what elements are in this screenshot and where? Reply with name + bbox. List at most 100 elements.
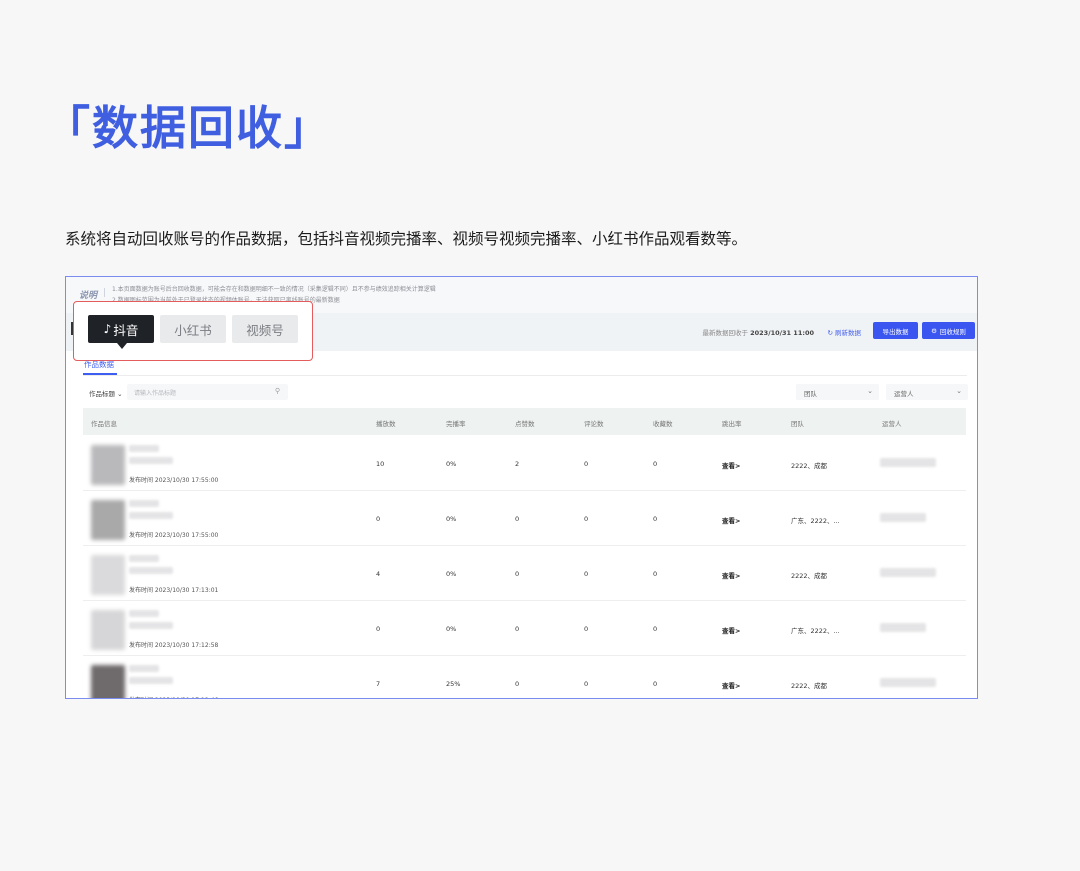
cell-completion: 0%	[446, 570, 457, 578]
cell-comments: 0	[584, 570, 589, 578]
tab-douyin[interactable]: ♪ 抖音	[88, 315, 154, 349]
publish-time: 发布时间 2023/10/30 17:13:01	[129, 587, 219, 594]
cell-plays: 10	[376, 460, 385, 468]
cell-comments: 0	[584, 680, 589, 688]
table-row: 发布时间 2023/10/30 17:55:00 10 0% 2 0 0 查看> 2222、成…	[83, 436, 966, 491]
tab-shipinhao[interactable]: 视频号	[232, 315, 298, 343]
video-thumbnail[interactable]	[91, 555, 125, 595]
search-icon: ⚲	[274, 387, 280, 395]
cell-plays: 7	[376, 680, 381, 688]
page-subtitle: 系统将自动回收账号的作品数据，包括抖音视频完播率、视频号视频完播率、小红书作品观…	[65, 230, 748, 248]
refresh-icon: ↻	[827, 329, 833, 337]
cell-plays: 4	[376, 570, 381, 578]
col-completion: 完播率	[446, 420, 466, 428]
page-title: 「数据回收」	[44, 101, 332, 155]
tab-xiaohongshu[interactable]: 小红书	[160, 315, 226, 343]
field-select[interactable]: 作品标题 ⌄	[89, 388, 123, 398]
redacted-title	[129, 610, 159, 617]
cell-team: 2222、成都	[791, 572, 828, 580]
cell-plays: 0	[376, 515, 381, 523]
chevron-down-icon: ⌄	[867, 387, 873, 395]
cell-completion: 25%	[446, 680, 461, 688]
export-data-button[interactable]: 导出数据	[873, 322, 918, 339]
table-row: 发布时间 2023/10/30 17:13:01 4 0% 0 0 0 查看> 2222、成都	[83, 546, 966, 601]
video-thumbnail[interactable]	[91, 445, 125, 485]
cell-plays: 0	[376, 625, 381, 633]
platform-tabs-callout: ♪ 抖音 小红书 视频号	[73, 301, 313, 361]
cell-likes: 0	[515, 570, 520, 578]
col-bounce: 跳出率	[722, 420, 742, 428]
col-team: 团队	[791, 420, 804, 428]
redacted-operator	[880, 513, 926, 522]
col-work-info: 作品信息	[91, 420, 117, 428]
cell-team: 2222、成都	[791, 682, 828, 690]
redacted-operator	[880, 458, 936, 467]
cell-favorites: 0	[653, 460, 658, 468]
redacted-title	[129, 445, 159, 452]
recovery-rules-button[interactable]: ⚙ 回收规则	[922, 322, 975, 339]
cell-team: 广东、2222、...	[791, 627, 840, 635]
table-header: 作品信息 播放数 完播率 点赞数 评论数 收藏数 跳出率 团队 运营人	[83, 408, 966, 435]
video-thumbnail[interactable]	[91, 500, 125, 540]
refresh-timestamp: 最新数据回收于 2023/10/31 11:00	[702, 329, 814, 337]
cell-comments: 0	[584, 460, 589, 468]
cell-likes: 0	[515, 515, 520, 523]
redacted-title	[129, 500, 159, 507]
redacted-title	[129, 665, 159, 672]
refresh-data-link[interactable]: ↻ 刷新数据	[827, 327, 861, 337]
cell-likes: 0	[515, 625, 520, 633]
cell-favorites: 0	[653, 515, 658, 523]
redacted-title	[129, 512, 173, 519]
video-thumbnail[interactable]	[91, 665, 125, 698]
redacted-title	[129, 622, 173, 629]
chevron-down-icon: ⌄	[956, 387, 962, 395]
cell-completion: 0%	[446, 460, 457, 468]
col-likes: 点赞数	[515, 420, 535, 428]
notice-divider	[104, 288, 105, 297]
table-row: 发布时间 2023/10/30 17:55:00 0 0% 0 0 0 查看> 广东、2222…	[83, 491, 966, 546]
publish-time: 发布时间 2023/10/30 17:12:58	[129, 642, 219, 649]
search-placeholder: 请输入作品标题	[134, 390, 177, 397]
divider	[83, 375, 967, 376]
col-plays: 播放数	[376, 420, 396, 428]
tab-works-data[interactable]: 作品数据	[84, 359, 114, 370]
cell-favorites: 0	[653, 680, 658, 688]
cell-comments: 0	[584, 625, 589, 633]
redacted-title	[129, 677, 173, 684]
cell-team: 广东、2222、...	[791, 517, 840, 525]
redacted-operator	[880, 678, 936, 687]
settings-icon: ⚙	[931, 326, 937, 335]
publish-time: 发布时间 2023/10/30 17:55:00	[129, 532, 219, 539]
view-link[interactable]: 查看>	[722, 515, 740, 525]
operator-select[interactable]: 运营人 ⌄	[886, 384, 968, 400]
view-link[interactable]: 查看>	[722, 625, 740, 635]
screenshot-panel: 说明 1.本页面数据为账号后台回收数据，可能会存在和数据明细不一致的情况（采集逻…	[65, 276, 978, 699]
redacted-operator	[880, 623, 926, 632]
notice-label: 说明	[79, 291, 98, 301]
video-thumbnail[interactable]	[91, 610, 125, 650]
cell-likes: 2	[515, 460, 520, 468]
cell-completion: 0%	[446, 515, 457, 523]
view-link[interactable]: 查看>	[722, 460, 740, 470]
cell-comments: 0	[584, 515, 589, 523]
redacted-title	[129, 555, 159, 562]
publish-time: 发布时间 2023/10/30 17:55:00	[129, 477, 219, 484]
redacted-title	[129, 567, 173, 574]
cell-team: 2222、成都	[791, 462, 828, 470]
redacted-operator	[880, 568, 936, 577]
team-select[interactable]: 团队 ⌄	[796, 384, 879, 400]
notice-line-1: 1.本页面数据为账号后台回收数据，可能会存在和数据明细不一致的情况（采集逻辑不同…	[112, 286, 436, 293]
cell-favorites: 0	[653, 625, 658, 633]
cell-completion: 0%	[446, 625, 457, 633]
table-row: 发布时间 2023/10/30 17:12:58 0 0% 0 0 0 查看> 广东、2222…	[83, 601, 966, 656]
publish-time: 发布时间 2023/10/30 17:12:46	[129, 695, 218, 698]
redacted-title	[129, 457, 173, 464]
col-favorites: 收藏数	[653, 420, 673, 428]
view-link[interactable]: 查看>	[722, 570, 740, 580]
col-operator: 运营人	[882, 420, 902, 428]
view-link[interactable]: 查看>	[722, 680, 740, 690]
cell-likes: 0	[515, 680, 520, 688]
col-comments: 评论数	[584, 420, 604, 428]
search-input[interactable]: 请输入作品标题 ⚲	[127, 384, 288, 400]
table-row: 发布时间 2023/10/30 17:12:46 7 25% 0 0 0 查看> 2222、成…	[83, 656, 966, 698]
